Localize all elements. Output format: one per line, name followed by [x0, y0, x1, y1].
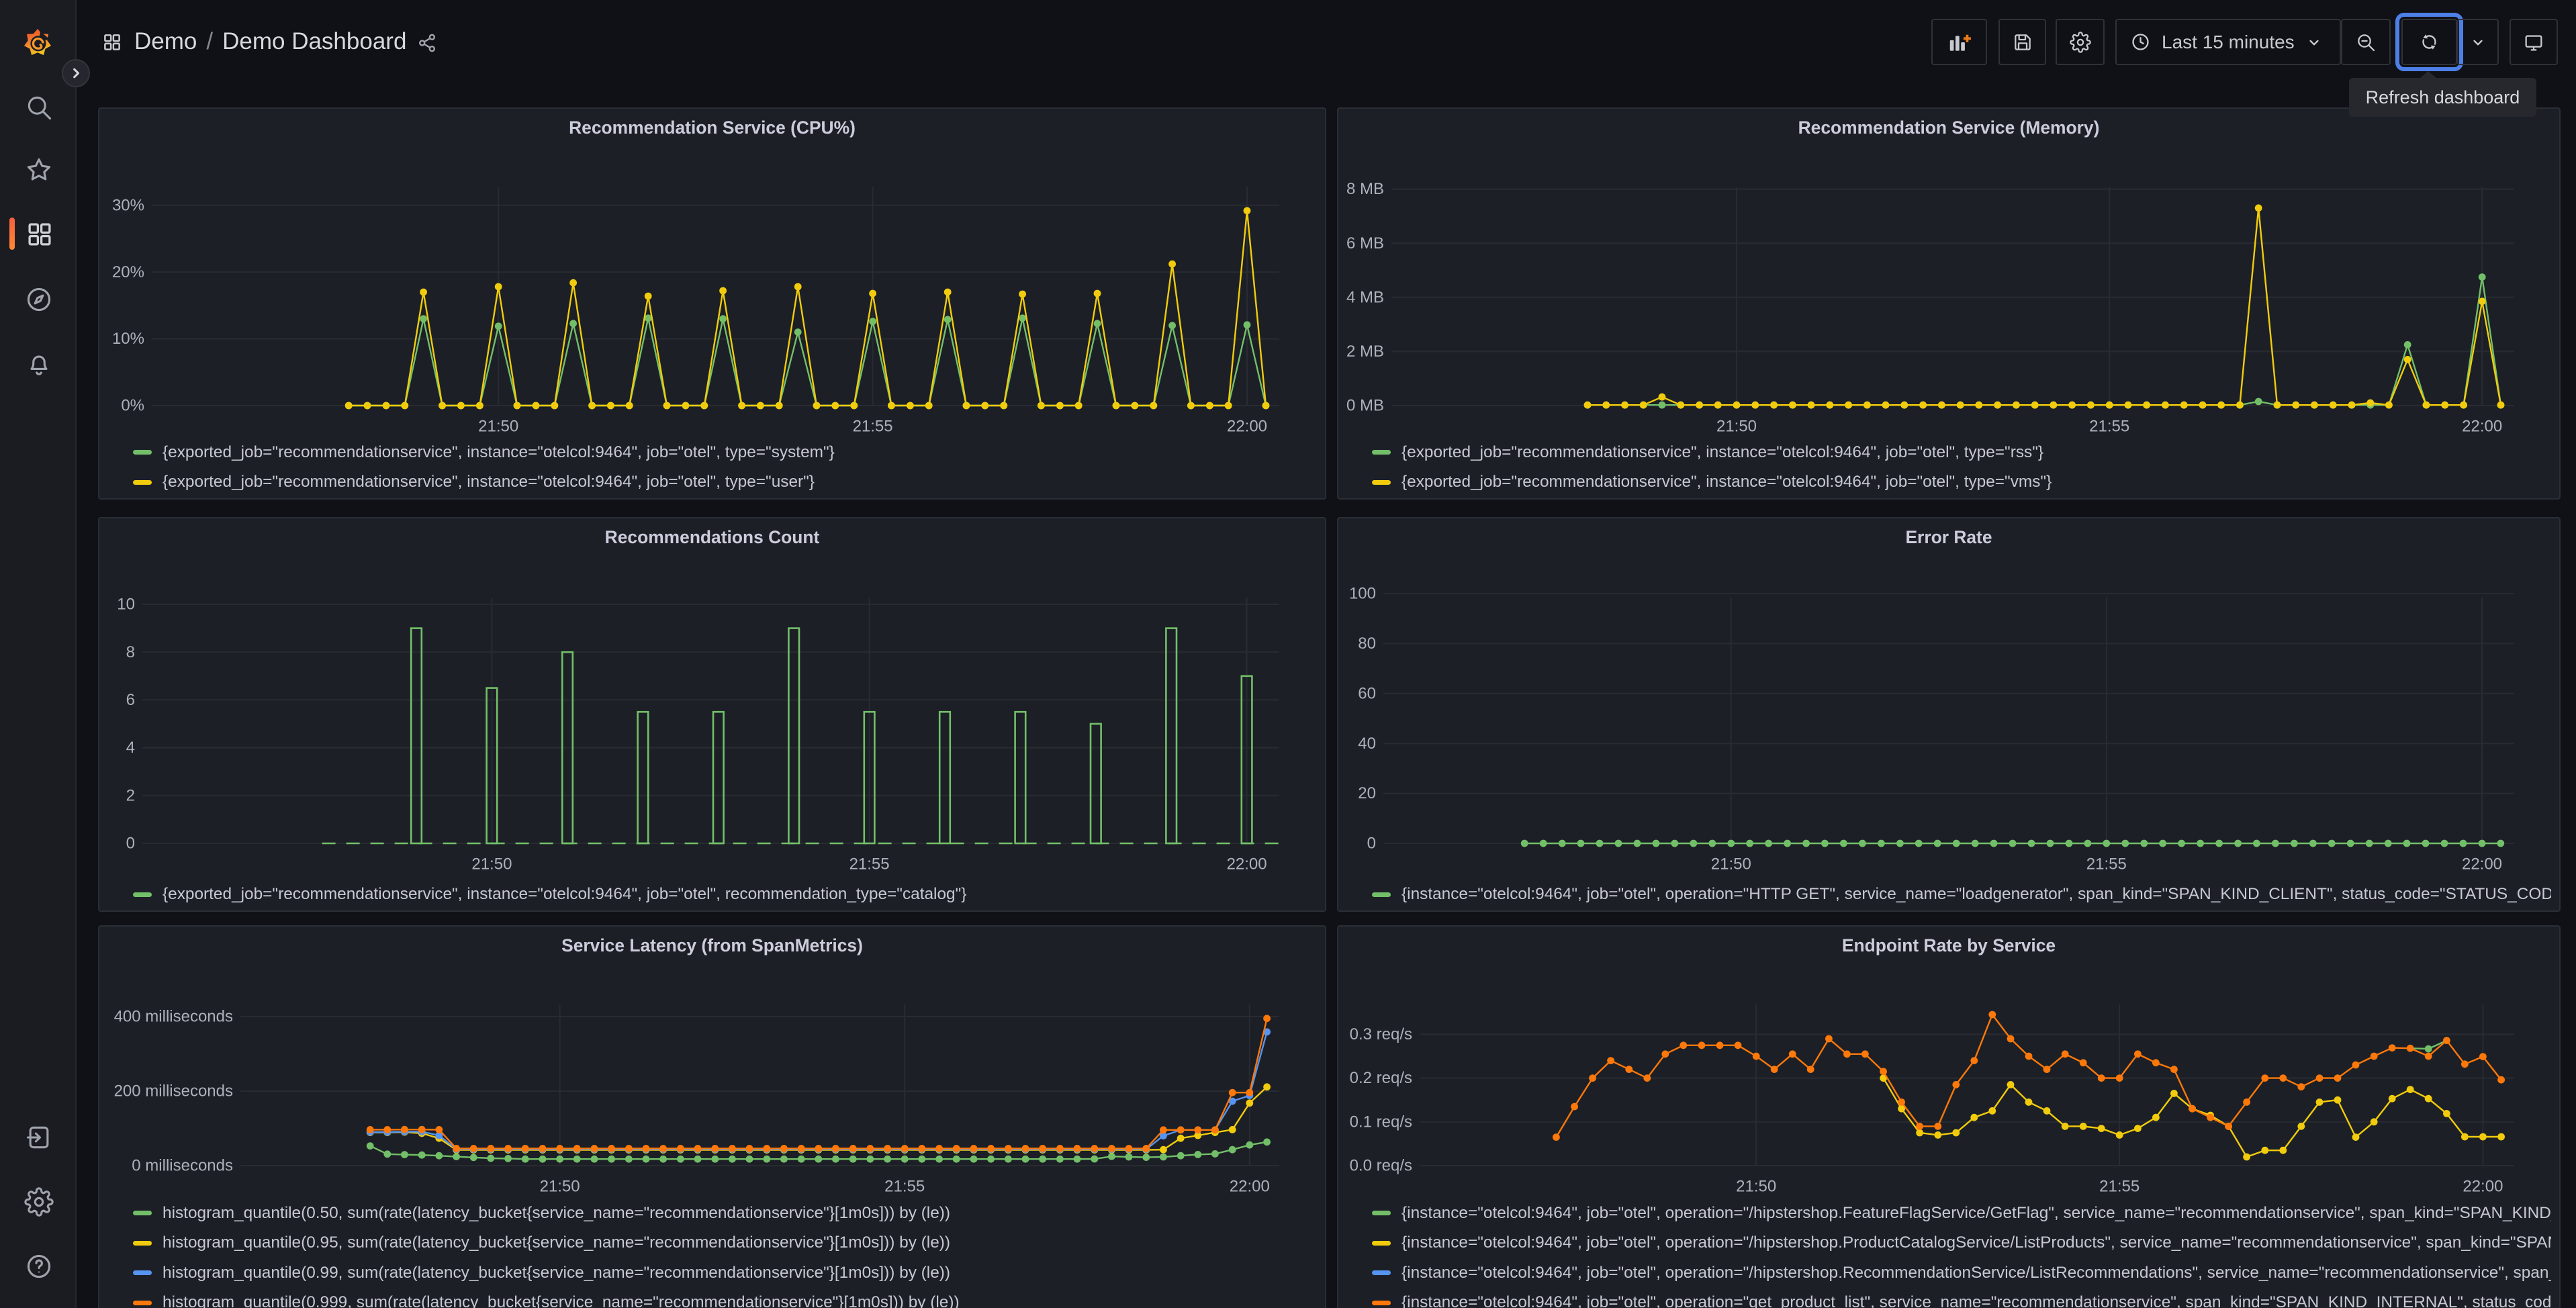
svg-text:0.0 req/s: 0.0 req/s	[1350, 1157, 1412, 1175]
svg-text:22:00: 22:00	[2463, 1177, 2503, 1195]
svg-text:4 MB: 4 MB	[1346, 288, 1384, 306]
svg-text:0 MB: 0 MB	[1346, 397, 1384, 415]
svg-text:0.3 req/s: 0.3 req/s	[1350, 1025, 1412, 1043]
svg-text:21:55: 21:55	[853, 417, 893, 435]
svg-text:0.1 req/s: 0.1 req/s	[1350, 1113, 1412, 1131]
svg-text:22:00: 22:00	[1227, 417, 1267, 435]
svg-text:40: 40	[1358, 735, 1376, 753]
svg-text:22:00: 22:00	[1230, 1177, 1270, 1195]
svg-text:22:00: 22:00	[1227, 855, 1267, 873]
svg-text:4: 4	[126, 739, 135, 757]
svg-text:400 milliseconds: 400 milliseconds	[114, 1008, 233, 1026]
svg-text:21:50: 21:50	[478, 417, 518, 435]
svg-text:8: 8	[126, 643, 135, 661]
svg-text:6 MB: 6 MB	[1346, 234, 1384, 252]
svg-text:80: 80	[1358, 635, 1376, 653]
svg-text:30%: 30%	[112, 196, 144, 214]
svg-text:21:50: 21:50	[1711, 855, 1751, 873]
svg-text:0: 0	[126, 835, 135, 853]
svg-text:20: 20	[1358, 784, 1376, 802]
svg-text:22:00: 22:00	[2462, 417, 2502, 435]
svg-text:21:50: 21:50	[1736, 1177, 1776, 1195]
svg-text:6: 6	[126, 691, 135, 709]
svg-text:2 MB: 2 MB	[1346, 342, 1384, 361]
svg-text:0: 0	[1367, 835, 1376, 853]
svg-text:0%: 0%	[121, 397, 144, 415]
svg-text:21:55: 21:55	[2099, 1177, 2140, 1195]
svg-text:20%: 20%	[112, 263, 144, 281]
svg-text:10%: 10%	[112, 330, 144, 348]
svg-text:200 milliseconds: 200 milliseconds	[114, 1082, 233, 1101]
svg-text:21:50: 21:50	[1716, 417, 1757, 435]
svg-text:22:00: 22:00	[2462, 855, 2502, 873]
svg-text:21:50: 21:50	[471, 855, 512, 873]
svg-text:21:55: 21:55	[2089, 417, 2129, 435]
svg-text:0 milliseconds: 0 milliseconds	[132, 1157, 233, 1175]
svg-text:21:55: 21:55	[884, 1177, 925, 1195]
svg-text:0.2 req/s: 0.2 req/s	[1350, 1069, 1412, 1087]
svg-text:2: 2	[126, 786, 135, 804]
svg-text:21:55: 21:55	[2086, 855, 2127, 873]
svg-text:21:55: 21:55	[849, 855, 890, 873]
svg-text:8 MB: 8 MB	[1346, 180, 1384, 198]
svg-text:100: 100	[1349, 585, 1376, 603]
svg-text:21:50: 21:50	[540, 1177, 580, 1195]
svg-text:60: 60	[1358, 684, 1376, 702]
svg-text:10: 10	[117, 596, 135, 614]
